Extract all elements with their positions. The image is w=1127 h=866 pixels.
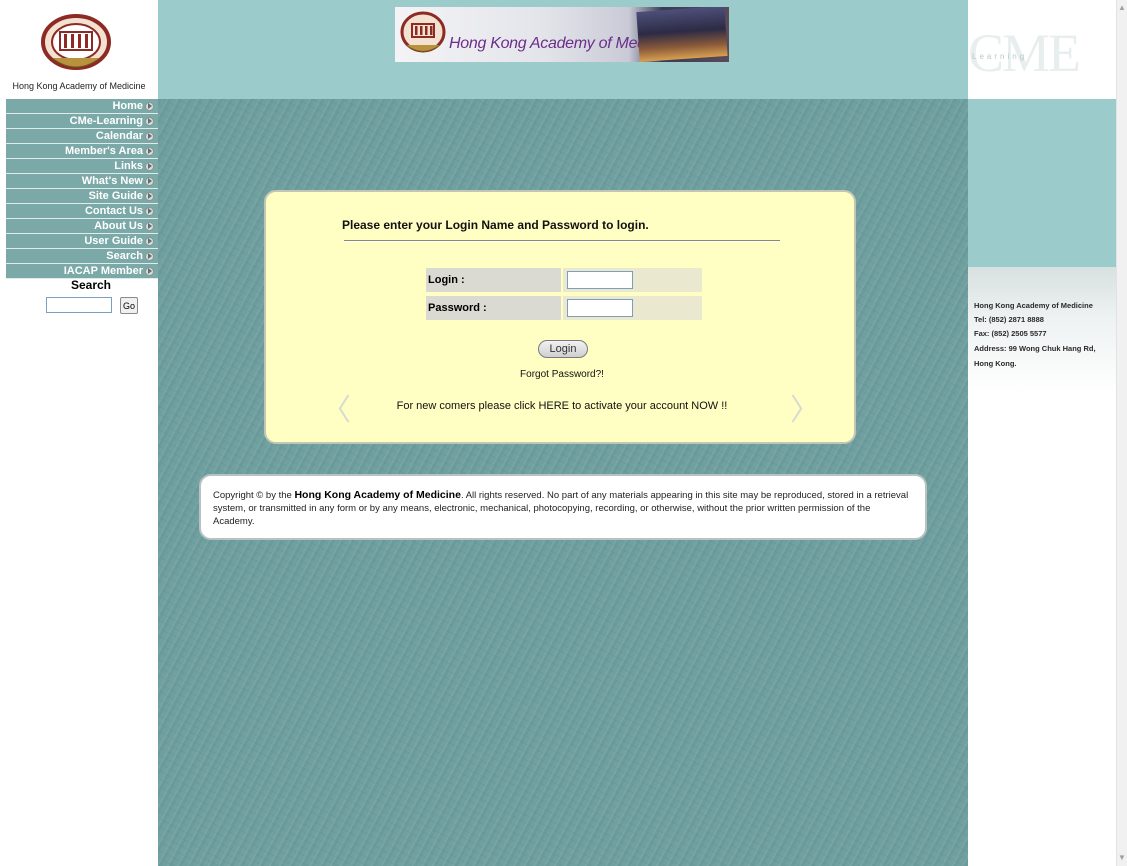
nav-item-links[interactable]: Links <box>6 159 158 174</box>
contact-name: Hong Kong Academy of Medicine <box>974 301 1093 310</box>
divider <box>344 240 780 242</box>
password-cell <box>563 296 702 320</box>
nav-item-label: Links <box>114 160 143 172</box>
header-banner[interactable]: Hong Kong Academy of Medicine <box>395 7 729 62</box>
nav-item-label: User Guide <box>84 235 143 247</box>
nav-item-site-guide[interactable]: Site Guide <box>6 189 158 204</box>
arrow-right-icon <box>145 206 154 216</box>
nav-item-about-us[interactable]: About Us <box>6 219 158 234</box>
nav-item-search[interactable]: Search <box>6 249 158 264</box>
scroll-down-icon[interactable]: ▼ <box>1117 852 1127 864</box>
contact-fax: Fax: (852) 2505 5577 <box>974 329 1047 338</box>
chevron-right-icon: 〉 <box>790 393 820 428</box>
login-cell <box>563 268 702 292</box>
nav-item-cme-learning[interactable]: CMe-Learning <box>6 114 158 129</box>
arrow-right-icon <box>145 101 154 111</box>
login-card: Please enter your Login Name and Passwor… <box>264 190 856 444</box>
nav-item-label: Site Guide <box>88 190 143 202</box>
password-label: Password : <box>426 296 562 320</box>
right-sidebar: CME Learning Hong Kong Academy of Medici… <box>968 0 1116 866</box>
login-row: Login : <box>426 268 702 292</box>
nav-item-label: What's New <box>81 175 143 187</box>
academy-logo[interactable] <box>38 14 114 74</box>
nav-item-label: IACAP Member <box>63 265 143 277</box>
banner-photo <box>636 7 728 62</box>
activate-account-link[interactable]: For new comers please click HERE to acti… <box>266 400 858 412</box>
left-sidebar: Hong Kong Academy of Medicine Home CMe-L… <box>0 0 158 866</box>
contact-info: Hong Kong Academy of Medicine Tel: (852)… <box>968 267 1116 395</box>
cme-logo-sub: Learning <box>972 52 1028 61</box>
nav-item-label: Member's Area <box>64 145 143 157</box>
contact-tel: Tel: (852) 2871 8888 <box>974 315 1044 324</box>
nav-item-iacap-member[interactable]: IACAP Member <box>6 264 158 279</box>
nav-item-label: About Us <box>94 220 143 232</box>
right-band <box>968 99 1116 267</box>
nav-item-home[interactable]: Home <box>6 99 158 114</box>
arrow-right-icon <box>145 266 154 276</box>
scroll-up-icon[interactable]: ▲ <box>1117 2 1127 14</box>
nav-item-label: Search <box>106 250 143 262</box>
nav-item-label: Contact Us <box>84 205 143 217</box>
login-heading: Please enter your Login Name and Passwor… <box>342 218 649 232</box>
password-row: Password : <box>426 296 702 320</box>
nav-item-label: Home <box>112 100 143 112</box>
main-content: Hong Kong Academy of Medicine Please ent… <box>158 0 968 866</box>
login-label: Login : <box>426 268 562 292</box>
arrow-right-icon <box>145 191 154 201</box>
arrow-right-icon <box>145 236 154 246</box>
search-input[interactable] <box>46 297 112 313</box>
password-input[interactable] <box>567 299 634 317</box>
arrow-right-icon <box>145 251 154 261</box>
academy-logo <box>400 11 446 53</box>
copyright-org: Hong Kong Academy of Medicine <box>294 489 461 501</box>
nav-item-contact-us[interactable]: Contact Us <box>6 204 158 219</box>
contact-address-1: Address: 99 Wong Chuk Hang Rd, <box>974 344 1096 353</box>
copyright-prefix: Copyright © by the <box>213 490 295 501</box>
arrow-right-icon <box>145 131 154 141</box>
org-name: Hong Kong Academy of Medicine <box>12 81 146 91</box>
arrow-right-icon <box>145 176 154 186</box>
arrow-right-icon <box>145 161 154 171</box>
login-button[interactable]: Login <box>538 340 588 358</box>
search-go-button[interactable]: Go <box>120 297 138 314</box>
nav-item-label: CMe-Learning <box>69 115 143 127</box>
arrow-right-icon <box>145 116 154 126</box>
login-name-input[interactable] <box>567 271 634 289</box>
search-title: Search <box>70 278 112 292</box>
arrow-right-icon <box>145 146 154 156</box>
contact-address-2: Hong Kong. <box>974 359 1017 368</box>
copyright-notice: Copyright © by the Hong Kong Academy of … <box>199 474 927 540</box>
nav-item-whats-new[interactable]: What's New <box>6 174 158 189</box>
arrow-right-icon <box>145 221 154 231</box>
forgot-password-link[interactable]: Forgot Password?! <box>266 369 858 380</box>
nav-item-calendar[interactable]: Calendar <box>6 129 158 144</box>
main-nav: Home CMe-Learning Calendar Member's Area… <box>6 99 158 279</box>
nav-item-members-area[interactable]: Member's Area <box>6 144 158 159</box>
nav-item-label: Calendar <box>95 130 143 142</box>
vertical-scrollbar[interactable]: ▲ ▼ <box>1116 0 1127 866</box>
nav-item-user-guide[interactable]: User Guide <box>6 234 158 249</box>
